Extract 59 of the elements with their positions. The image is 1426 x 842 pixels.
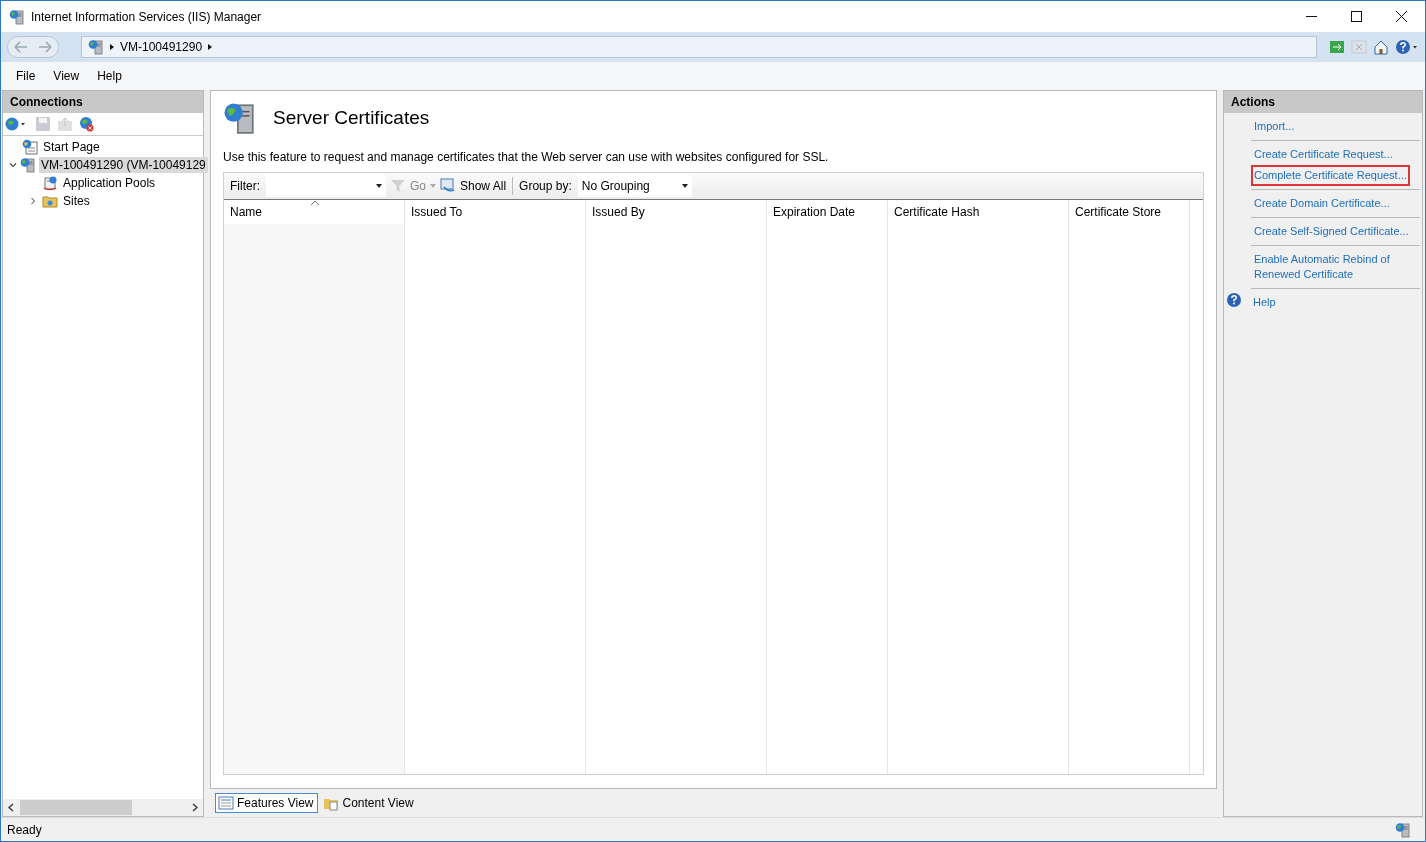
server-icon: [20, 157, 36, 173]
home-icon[interactable]: [1373, 39, 1389, 55]
action-link[interactable]: Create Domain Certificate...: [1251, 193, 1393, 214]
tree-item[interactable]: VM-100491290 (VM-10049129: [39, 157, 208, 173]
panel-header: Actions: [1224, 91, 1422, 113]
page-title: Server Certificates: [273, 107, 430, 129]
horizontal-scrollbar[interactable]: [3, 799, 203, 816]
panel-header: Connections: [3, 91, 203, 113]
column-header[interactable]: Name: [224, 200, 404, 224]
chevron-icon[interactable]: [208, 43, 213, 51]
caret-icon: [681, 184, 688, 188]
action-link[interactable]: Complete Certificate Request...: [1251, 165, 1410, 186]
caret-icon: [376, 184, 382, 188]
help-icon: [1226, 292, 1242, 308]
column-header[interactable]: Certificate Hash: [888, 200, 1068, 224]
help-dropdown-icon[interactable]: [1395, 39, 1419, 55]
list-icon: [218, 795, 234, 811]
filter-field[interactable]: [266, 175, 386, 197]
funnel-icon: [390, 178, 406, 194]
menu-item[interactable]: Help: [90, 67, 129, 85]
window-title: Internet Information Services (IIS) Manager: [31, 9, 262, 24]
view-tab[interactable]: Content View: [320, 793, 419, 813]
breadcrumb-item[interactable]: VM-100491290: [120, 40, 203, 54]
feature-icon: [223, 101, 257, 135]
group-by-label: Group by:: [519, 179, 572, 193]
show-all-icon: [440, 178, 456, 194]
tree-item[interactable]: Application Pools: [61, 175, 158, 191]
chevron-icon[interactable]: [110, 43, 114, 51]
server-status-icon: [1395, 821, 1411, 838]
action-link[interactable]: Import...: [1251, 116, 1298, 137]
address-field[interactable]: VM-100491290: [81, 36, 1317, 58]
folder-icon: [42, 193, 58, 209]
tree-item[interactable]: Start Page: [41, 139, 102, 155]
close-icon[interactable]: [1396, 11, 1407, 22]
app-icon: [9, 8, 25, 25]
action-link[interactable]: Help: [1250, 292, 1279, 313]
filter-label: Filter:: [230, 179, 260, 193]
maximize-icon[interactable]: [1351, 11, 1362, 22]
show-all-button[interactable]: Show All: [460, 179, 507, 193]
expander-icon[interactable]: [9, 161, 17, 169]
disconnect-icon[interactable]: [79, 116, 95, 132]
server-icon: [88, 39, 104, 55]
refresh-icon[interactable]: [1329, 39, 1345, 55]
action-link[interactable]: Create Self-Signed Certificate...: [1251, 221, 1412, 242]
status-text: Ready: [7, 822, 42, 837]
description: Use this feature to request and manage certificates that the Web server can use with websites configured for SSL.: [223, 150, 830, 164]
column-header[interactable]: Issued To: [405, 200, 585, 224]
group-by-dropdown[interactable]: No Grouping: [577, 175, 692, 197]
view-tab[interactable]: Features View: [215, 793, 319, 813]
column-header[interactable]: Issued By: [586, 200, 766, 224]
column-header[interactable]: Expiration Date: [767, 200, 887, 224]
menu-item[interactable]: View: [46, 67, 87, 85]
action-link[interactable]: Enable Automatic Rebind of Renewed Certificate: [1251, 249, 1420, 285]
column-header[interactable]: Certificate Store: [1069, 200, 1189, 224]
tree-item[interactable]: Sites: [61, 193, 92, 209]
start-page-icon: [22, 139, 38, 155]
menu-item[interactable]: File: [9, 67, 43, 85]
pool-icon: [42, 175, 58, 191]
action-link[interactable]: Create Certificate Request...: [1251, 144, 1396, 165]
